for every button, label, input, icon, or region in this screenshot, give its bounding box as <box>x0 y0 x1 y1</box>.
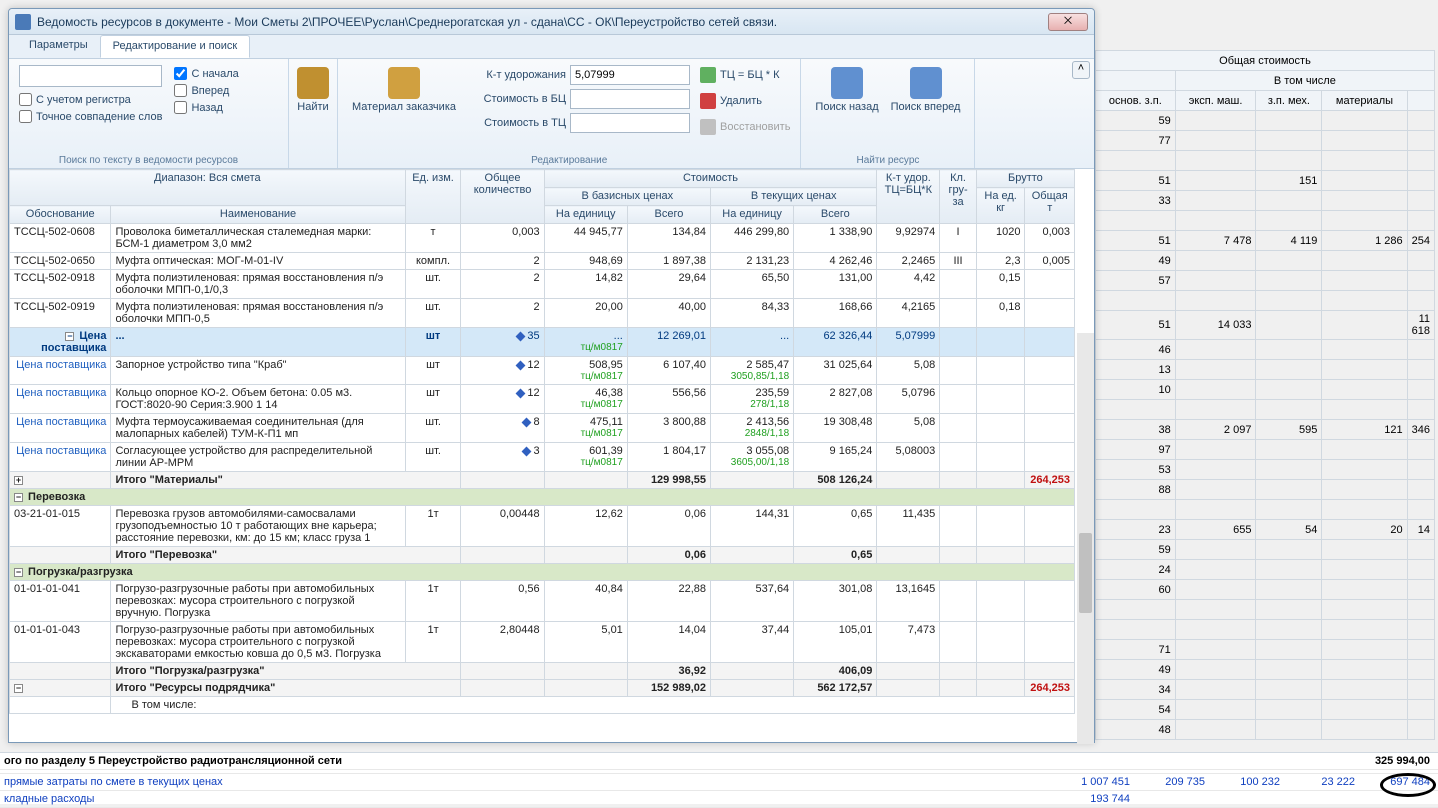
table-row[interactable]: Цена поставщикаСогласующее устройство дл… <box>10 443 1075 472</box>
table-row[interactable]: ТССЦ-502-0608Проволока биметаллическая с… <box>10 224 1075 253</box>
k-label: К-т удорожания <box>470 69 566 81</box>
bg-col2: эксп. маш. <box>1175 91 1256 111</box>
search-fwd-button[interactable]: Поиск вперед <box>885 63 967 166</box>
chk-back[interactable]: Назад <box>174 101 238 114</box>
table-row[interactable]: 01-01-01-041Погрузо-разгрузочные работы … <box>10 581 1075 622</box>
ribbon: ˄ С учетом регистра Точное совпадение сл… <box>9 59 1094 169</box>
ribbon-tabs: Параметры Редактирование и поиск <box>9 35 1094 59</box>
delete-button[interactable]: Удалить <box>698 91 792 111</box>
chk-start[interactable]: С начала <box>174 67 238 80</box>
cost-bc-label: Стоимость в БЦ <box>470 93 566 105</box>
table-row[interactable]: Цена поставщикаКольцо опорное КО-2. Объе… <box>10 385 1075 414</box>
group-perevozka[interactable]: − Перевозка <box>10 489 1075 506</box>
expand-icon[interactable]: − <box>65 332 74 341</box>
footer-section: ого по разделу 5 Переустройство радиотра… <box>4 755 1094 767</box>
data-grid[interactable]: Диапазон: Вся сметаЕд. изм.Общее количес… <box>9 169 1094 744</box>
find-button[interactable]: Найти <box>291 63 335 117</box>
app-icon <box>15 14 31 30</box>
tcbc-button[interactable]: ТЦ = БЦ * К <box>698 65 792 85</box>
total-perevozka[interactable]: Итого "Перевозка"0,060,65 <box>10 547 1075 564</box>
table-row[interactable]: Цена поставщикаЗапорное устройство типа … <box>10 357 1075 385</box>
total-pogruzka[interactable]: Итого "Погрузка/разгрузка"36,92406,09 <box>10 663 1075 680</box>
grid-header: Диапазон: Вся сметаЕд. изм.Общее количес… <box>10 170 1075 224</box>
table-row[interactable]: 03-21-01-015Перевозка грузов автомобилям… <box>10 506 1075 547</box>
cost-bc-input[interactable] <box>570 89 690 109</box>
footer-overhead: кладные расходы <box>4 793 1059 805</box>
bg-col4: материалы <box>1322 91 1407 111</box>
table-row[interactable]: Цена поставщикаМуфта термоусаживаемая со… <box>10 414 1075 443</box>
bg-col3: з.п. мех. <box>1256 91 1322 111</box>
group-pogruzka[interactable]: − Погрузка/разгрузка <box>10 564 1075 581</box>
search-back-button[interactable]: Поиск назад <box>809 63 884 166</box>
table-row[interactable]: В том числе: <box>10 697 1075 714</box>
ribbon-group3-label: Найти ресурс <box>801 155 974 166</box>
bg-header-incl: В том числе <box>1175 71 1434 91</box>
table-row[interactable]: ТССЦ-502-0650Муфта оптическая: МОГ-М-01-… <box>10 253 1075 270</box>
chk-register[interactable]: С учетом регистра <box>19 93 162 106</box>
footer: ого по разделу 5 Переустройство радиотра… <box>0 752 1438 804</box>
table-row[interactable]: − Цена поставщика...шт 35...тц/м081712 2… <box>10 328 1075 357</box>
footer-direct: прямые затраты по смете в текущих ценах <box>4 776 1059 788</box>
total-resources[interactable]: −Итого "Ресурсы подрядчика"152 989,02562… <box>10 680 1075 697</box>
chk-fwd[interactable]: Вперед <box>174 84 238 97</box>
table-row[interactable]: ТССЦ-502-0919Муфта полиэтиленовая: пряма… <box>10 299 1075 328</box>
tab-edit[interactable]: Редактирование и поиск <box>100 35 251 58</box>
close-button[interactable]: ⨉ <box>1048 13 1088 31</box>
ribbon-collapse[interactable]: ˄ <box>1072 61 1090 79</box>
material-button[interactable]: Материал заказчика <box>346 63 462 166</box>
cost-tc-label: Стоимость в ТЦ <box>470 117 566 129</box>
ribbon-group2-label: Редактирование <box>338 155 800 166</box>
scrollbar-v[interactable] <box>1077 333 1094 744</box>
ribbon-group1-label: Поиск по тексту в ведомости ресурсов <box>9 155 288 166</box>
table-row[interactable]: 01-01-01-043Погрузо-разгрузочные работы … <box>10 622 1075 663</box>
restore-button[interactable]: Восстановить <box>698 117 792 137</box>
k-input[interactable] <box>570 65 690 85</box>
tab-params[interactable]: Параметры <box>17 35 100 58</box>
titlebar[interactable]: Ведомость ресурсов в документе - Мои Сме… <box>9 9 1094 35</box>
background-sheet: Общая стоимость В том числе основ. з.п.э… <box>1095 50 1438 744</box>
total-materials[interactable]: +Итого "Материалы"129 998,55508 126,2426… <box>10 472 1075 489</box>
cost-tc-input[interactable] <box>570 113 690 133</box>
search-text-input[interactable] <box>19 65 162 87</box>
resources-window: Ведомость ресурсов в документе - Мои Сме… <box>8 8 1095 743</box>
chk-exact[interactable]: Точное совпадение слов <box>19 110 162 123</box>
bg-col1: основ. з.п. <box>1096 91 1176 111</box>
window-title: Ведомость ресурсов в документе - Мои Сме… <box>37 15 1048 29</box>
table-row[interactable]: ТССЦ-502-0918Муфта полиэтиленовая: пряма… <box>10 270 1075 299</box>
bg-header-total: Общая стоимость <box>1096 51 1435 71</box>
